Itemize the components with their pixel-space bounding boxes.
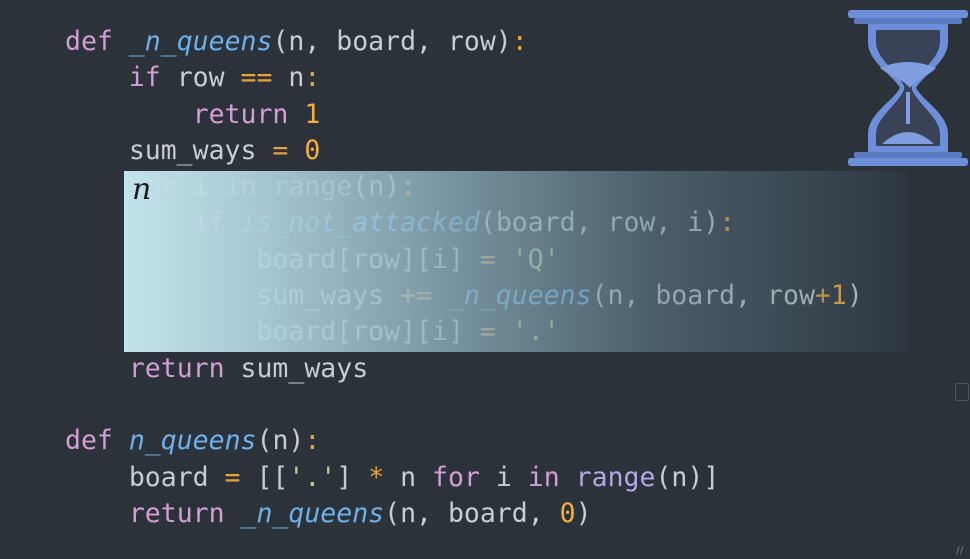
code-token: ) — [575, 497, 592, 529]
code-token: (n, board, row — [591, 280, 815, 312]
code-token: board[row][i] — [65, 243, 480, 275]
resize-grip-icon[interactable]: // — [956, 544, 963, 557]
code-token: sum_ways — [65, 134, 273, 166]
code-token: (board, row, i) — [479, 207, 720, 239]
code-token: * — [368, 461, 385, 493]
code-token: (n, board, row) — [272, 26, 512, 57]
code-token: = — [224, 461, 241, 493]
code-editor[interactable]: def _n_queens(n, board, row): if row == … — [65, 24, 863, 532]
code-token: return — [128, 497, 225, 529]
code-token: 1 — [304, 98, 321, 130]
code-token: i — [176, 171, 225, 203]
code-line[interactable] — [65, 387, 863, 423]
code-line[interactable]: def _n_queens(n, board, row): — [65, 24, 863, 60]
code-token: (n) — [352, 171, 401, 203]
code-token: [[ — [240, 461, 289, 493]
code-token: = — [272, 134, 289, 166]
code-token: '.' — [511, 316, 560, 348]
code-token: n — [384, 461, 433, 493]
code-token: n_queens — [128, 425, 257, 457]
code-line[interactable]: for i in range(n): — [65, 169, 863, 205]
code-token: : — [511, 26, 528, 57]
code-token: is_not_attacked — [240, 207, 480, 239]
scroll-marker-icon[interactable] — [955, 383, 969, 401]
code-token: range — [575, 461, 656, 493]
code-token: 0 — [559, 497, 576, 529]
code-token: ) — [846, 280, 863, 312]
hourglass-icon — [848, 10, 968, 166]
code-token: 0 — [304, 134, 321, 166]
code-token: range — [272, 171, 353, 203]
code-token: sum_ways — [65, 280, 401, 312]
code-token: if — [192, 207, 225, 239]
code-token: : — [719, 207, 736, 239]
code-token: _n_queens — [128, 26, 273, 57]
code-token: in — [224, 171, 257, 203]
code-token: board[row][i] — [65, 316, 480, 348]
code-token: _n_queens — [240, 497, 385, 529]
code-token: in — [527, 461, 560, 493]
code-token: += — [400, 280, 432, 312]
code-token: 1 — [830, 280, 847, 312]
code-token: row — [160, 62, 241, 94]
code-line[interactable]: def n_queens(n): — [65, 423, 863, 459]
code-line[interactable]: sum_ways += _n_queens(n, board, row+1) — [65, 278, 863, 314]
code-token: for — [432, 461, 480, 493]
code-line[interactable]: board[row][i] = '.' — [65, 314, 863, 350]
code-token: + — [814, 280, 831, 312]
code-token: (n, board, — [384, 497, 560, 529]
code-token: : — [400, 171, 417, 203]
code-line[interactable]: board = [['.'] * n for i in range(n)] — [65, 460, 863, 496]
code-line[interactable]: sum_ways = 0 — [65, 133, 863, 169]
code-token: return — [128, 352, 225, 384]
code-token: i — [479, 461, 528, 493]
code-line[interactable]: return 1 — [65, 97, 863, 133]
code-line[interactable]: return sum_ways — [65, 351, 863, 387]
code-token: if — [128, 62, 161, 94]
highlight-variable-glyph: n — [132, 172, 152, 207]
code-line[interactable]: return _n_queens(n, board, 0) — [65, 496, 863, 532]
code-line[interactable]: board[row][i] = 'Q' — [65, 242, 863, 278]
code-token: = — [479, 243, 496, 275]
code-token: : — [304, 425, 321, 457]
code-line[interactable]: if is_not_attacked(board, row, i): — [65, 205, 863, 241]
code-token: sum_ways — [224, 352, 369, 384]
code-token: == — [240, 62, 273, 94]
code-token: n — [272, 62, 305, 94]
code-token: ] — [336, 461, 369, 493]
code-token: (n)] — [655, 461, 720, 493]
code-token: : — [304, 62, 321, 94]
code-token: def — [65, 26, 113, 57]
code-token: def — [65, 425, 113, 457]
code-token: = — [479, 316, 496, 348]
code-token: (n) — [256, 425, 305, 457]
code-token: board — [65, 461, 225, 493]
code-token: _n_queens — [447, 280, 592, 312]
code-line[interactable]: if row == n: — [65, 60, 863, 96]
code-token: 'Q' — [511, 243, 560, 275]
code-token: return — [192, 98, 289, 130]
code-token: '.' — [288, 461, 337, 493]
